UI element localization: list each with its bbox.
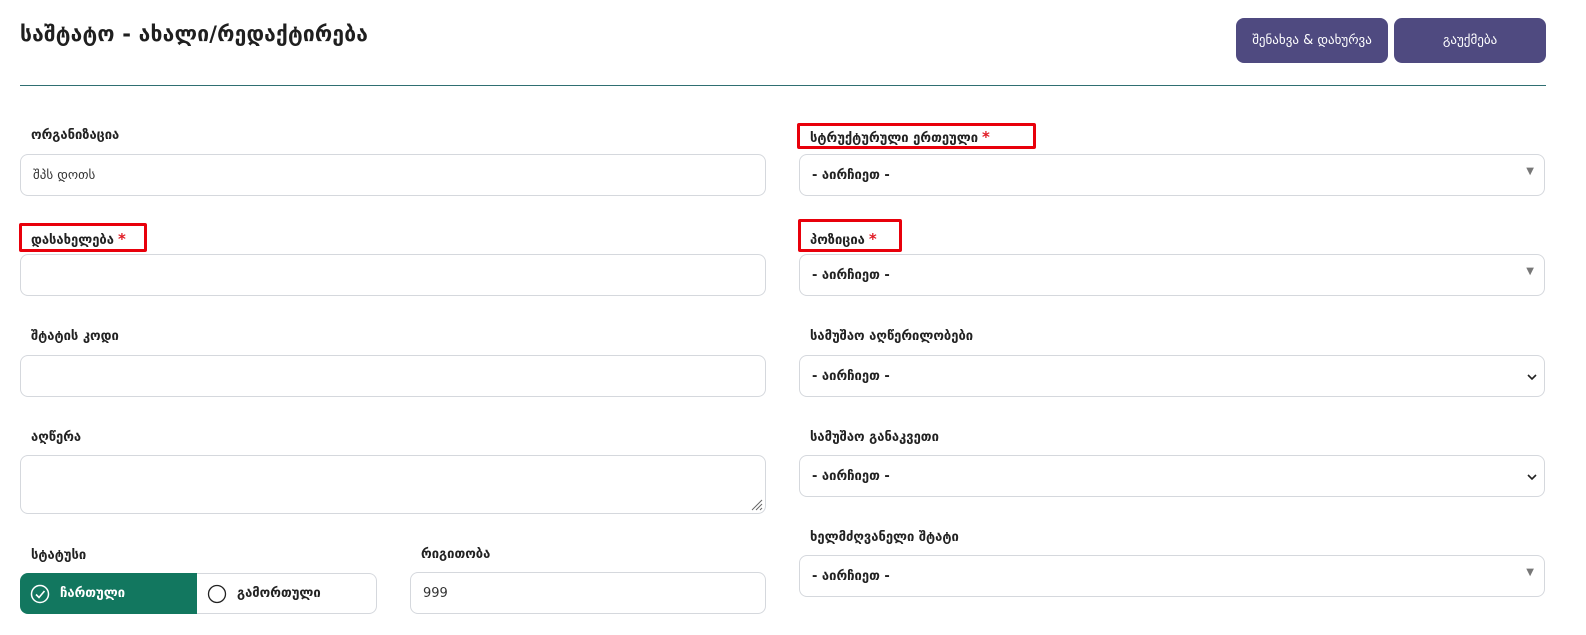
organization-value: შპს დოთს (33, 167, 96, 183)
required-marker: * (117, 230, 126, 248)
status-on-option[interactable]: ჩართული (20, 573, 198, 614)
description-textarea[interactable] (20, 455, 766, 514)
page-title: საშტატო - ახალი/რედაქტირება (20, 22, 369, 46)
caret-down-icon: ▼ (1526, 567, 1534, 578)
organization-label: ორგანიზაცია (31, 128, 120, 143)
work-schedule-select[interactable]: - აირჩიეთ - (799, 455, 1545, 497)
header-divider (20, 85, 1546, 86)
description-label: აღწერა (31, 430, 82, 445)
name-label: დასახელება * (31, 230, 126, 248)
structural-unit-label: სტრუქტურული ერთეული * (810, 128, 990, 146)
work-descriptions-select[interactable]: - აირჩიეთ - (799, 355, 1545, 397)
order-value: 999 (423, 585, 448, 601)
manager-staff-select[interactable]: - აირჩიეთ - ▼ (799, 555, 1545, 597)
position-select[interactable]: - აირჩიეთ - ▼ (799, 254, 1545, 296)
caret-down-icon: ▼ (1526, 166, 1534, 177)
work-schedule-label: სამუშაო განაკვეთი (810, 430, 939, 445)
structural-unit-select[interactable]: - აირჩიეთ - ▼ (799, 154, 1545, 196)
status-off-label: გამორთული (237, 586, 321, 601)
organization-input[interactable]: შპს დოთს (20, 154, 766, 196)
check-circle-icon (30, 584, 50, 603)
position-label: პოზიცია * (810, 230, 877, 248)
chevron-down-icon (1527, 474, 1537, 481)
order-input[interactable]: 999 (410, 572, 766, 614)
resize-handle-icon[interactable] (749, 497, 763, 511)
save-close-button[interactable]: შენახვა & დახურვა (1236, 18, 1388, 63)
staff-code-label: შტატის კოდი (31, 329, 119, 344)
status-off-option[interactable]: გამორთული (197, 573, 377, 614)
order-label: რიგითობა (421, 547, 491, 562)
status-label: სტატუსი (31, 548, 87, 563)
required-marker: * (982, 128, 990, 146)
chevron-down-icon (1527, 374, 1537, 381)
work-descriptions-label: სამუშაო აღწერილობები (810, 329, 974, 344)
manager-staff-label: ხელმძღვანელი შტატი (810, 530, 959, 545)
status-on-label: ჩართული (60, 586, 126, 601)
cancel-button[interactable]: გაუქმება (1394, 18, 1546, 63)
name-input[interactable] (20, 254, 766, 296)
radio-empty-icon (207, 584, 227, 603)
caret-down-icon: ▼ (1526, 266, 1534, 277)
required-marker: * (868, 230, 877, 248)
staff-code-input[interactable] (20, 355, 766, 397)
